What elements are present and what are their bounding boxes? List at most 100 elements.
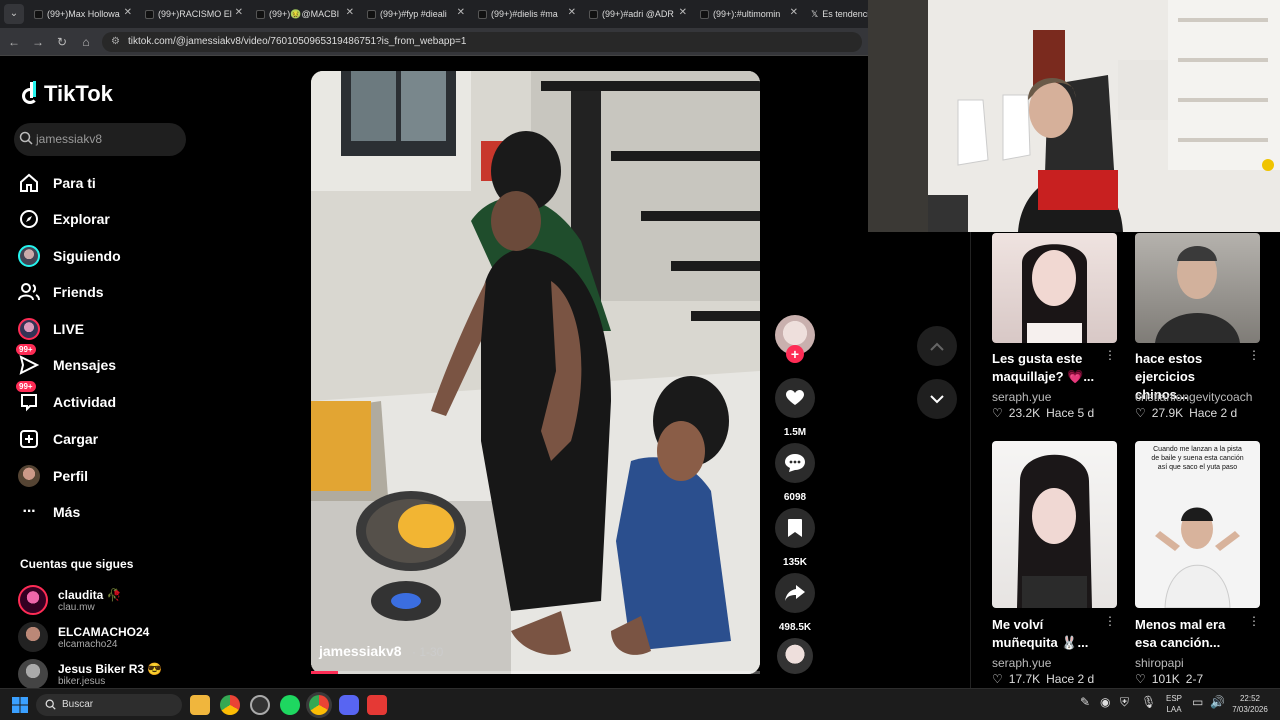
sidebar-item-actividad[interactable]: 99+ Actividad: [16, 381, 116, 415]
network-icon[interactable]: ▭: [1192, 696, 1203, 708]
next-video-button[interactable]: [917, 379, 957, 419]
more-options-icon[interactable]: ⋮: [1248, 614, 1260, 628]
tiktok-logo[interactable]: TikTok: [20, 80, 113, 108]
card-username[interactable]: seraph.yue: [992, 656, 1051, 670]
comment-button[interactable]: 6098: [775, 443, 815, 503]
browser-tab[interactable]: (99+):#ultimomin ✕: [694, 4, 802, 24]
tiktok-favicon-icon: [700, 9, 709, 19]
card-title[interactable]: Les gusta este maquillaje? 💗...: [992, 350, 1104, 386]
video-card[interactable]: Cuando me lanzan a la pista de baile y s…: [1135, 441, 1260, 608]
obs-icon[interactable]: [250, 695, 270, 715]
video-author[interactable]: jamessiakv8: [319, 643, 402, 659]
pen-icon[interactable]: ✎: [1080, 696, 1090, 708]
chevron-down-icon: [930, 394, 944, 403]
follow-plus-icon[interactable]: +: [786, 345, 804, 363]
logo-text: TikTok: [44, 81, 113, 106]
video-card[interactable]: [992, 233, 1117, 343]
tab-label: Es tendencia: [822, 9, 868, 19]
video-progress-bar[interactable]: [311, 671, 760, 674]
chrome-active-icon[interactable]: [309, 695, 329, 715]
previous-video-button[interactable]: [917, 326, 957, 366]
discord-icon[interactable]: [339, 695, 359, 715]
browser-tab[interactable]: (99+)Max Hollowa ✕: [28, 4, 136, 24]
video-player[interactable]: [311, 71, 760, 674]
share-button[interactable]: 498.5K: [775, 573, 815, 633]
heart-outline-icon: ♡: [1135, 406, 1146, 420]
webcam-overlay: [868, 0, 1280, 232]
card-title[interactable]: Me volví muñequita 🐰...: [992, 616, 1104, 652]
card-username[interactable]: cristianlongevitycoach: [1135, 390, 1252, 404]
sidebar-item-explorar[interactable]: Explorar: [18, 206, 110, 232]
spotify-icon[interactable]: [280, 695, 300, 715]
language-indicator[interactable]: ESP LAA: [1164, 693, 1184, 715]
windows-start-icon[interactable]: [12, 697, 28, 713]
more-options-icon[interactable]: ⋮: [1104, 614, 1116, 628]
taskbar-search-label: Buscar: [62, 699, 94, 710]
browser-tab[interactable]: (99+)RACISMO El ✕: [139, 4, 247, 24]
save-button[interactable]: 135K: [775, 508, 815, 568]
more-options-icon[interactable]: ⋮: [1248, 348, 1260, 362]
card-title[interactable]: Menos mal era esa canción...: [1135, 616, 1247, 652]
browser-tab[interactable]: (99+)🤢@MACBI ✕: [250, 4, 358, 24]
shield-icon[interactable]: ⛨: [1120, 696, 1129, 708]
following-account[interactable]: Jesus Biker R3 😎 biker.jesus: [18, 657, 162, 691]
sidebar-item-mensajes[interactable]: 99+ Mensajes: [16, 344, 116, 378]
chevron-up-icon: [930, 342, 944, 351]
taskbar-search[interactable]: Buscar: [36, 694, 182, 716]
following-account[interactable]: ELCAMACHO24 elcamacho24: [18, 620, 149, 654]
tiktok-favicon-icon: [367, 9, 376, 19]
author-avatar-button[interactable]: +: [775, 315, 815, 363]
address-bar-row: ← → ↻ ⌂ ⚙ tiktok.com/@jamessiakv8/video/7…: [0, 28, 868, 56]
x-favicon-icon: 𝕏: [811, 8, 819, 19]
search-input[interactable]: jamessiakv8: [14, 123, 186, 156]
more-dots-icon: ···: [22, 503, 37, 520]
sidebar-item-perfil[interactable]: Perfil: [18, 463, 88, 489]
card-username[interactable]: shiropapi: [1135, 656, 1184, 670]
sidebar-item-mas[interactable]: ··· Más: [18, 499, 81, 525]
card-username[interactable]: seraph.yue: [992, 390, 1051, 404]
video-card[interactable]: [1135, 233, 1260, 343]
volume-icon[interactable]: 🔊: [1210, 696, 1225, 708]
reload-icon[interactable]: ↻: [54, 34, 70, 50]
tab-search-button[interactable]: ⌄: [4, 4, 24, 24]
file-explorer-icon[interactable]: [190, 695, 210, 715]
site-info-icon[interactable]: ⚙: [111, 32, 120, 52]
close-icon[interactable]: ✕: [235, 7, 243, 18]
share-arrow-icon: [775, 573, 815, 613]
tab-label: (99+)#fyp #dieali: [380, 9, 447, 19]
streaming-app-icon[interactable]: [367, 695, 387, 715]
tiktok-favicon-icon: [589, 9, 598, 19]
card-stats: ♡ 101K 2-7: [1135, 672, 1203, 686]
url-field[interactable]: ⚙ tiktok.com/@jamessiakv8/video/760105096…: [102, 32, 862, 52]
forward-arrow-icon[interactable]: →: [30, 34, 46, 50]
sidebar-item-siguiendo[interactable]: Siguiendo: [18, 243, 121, 269]
microphone-icon[interactable]: 🎙: [1141, 696, 1156, 708]
sidebar-item-friends[interactable]: Friends: [18, 279, 104, 305]
video-card[interactable]: [992, 441, 1117, 608]
more-options-icon[interactable]: ⋮: [1104, 348, 1116, 362]
card-stats: ♡ 27.9K Hace 2 d: [1135, 406, 1237, 420]
browser-tab[interactable]: (99+)#fyp #dieali ✕: [361, 4, 469, 24]
sidebar-item-cargar[interactable]: Cargar: [18, 426, 98, 452]
music-disc-button[interactable]: [775, 638, 815, 674]
notification-badge: 99+: [16, 381, 36, 392]
close-icon[interactable]: ✕: [568, 7, 576, 18]
following-account[interactable]: claudita 🥀 clau.mw: [18, 583, 122, 617]
steam-icon[interactable]: ◉: [1100, 696, 1110, 708]
close-icon[interactable]: ✕: [679, 7, 687, 18]
close-icon[interactable]: ✕: [457, 7, 465, 18]
sidebar-item-para-ti[interactable]: Para ti: [18, 170, 96, 196]
home-icon: [18, 172, 40, 194]
browser-tab[interactable]: 𝕏Es tendencia: [805, 4, 868, 24]
like-button[interactable]: 1.5M: [775, 378, 815, 438]
browser-tab[interactable]: (99+)#adri @ADR ✕: [583, 4, 691, 24]
close-icon[interactable]: ✕: [124, 7, 132, 18]
clock[interactable]: 22:52 7/03/2026: [1225, 693, 1275, 715]
home-icon[interactable]: ⌂: [78, 34, 94, 50]
browser-tab[interactable]: (99+)#dielis #ma ✕: [472, 4, 580, 24]
close-icon[interactable]: ✕: [346, 7, 354, 18]
chrome-icon[interactable]: [220, 695, 240, 715]
sidebar-item-live[interactable]: LIVE: [18, 316, 84, 342]
back-arrow-icon[interactable]: ←: [6, 34, 22, 50]
close-icon[interactable]: ✕: [790, 7, 798, 18]
